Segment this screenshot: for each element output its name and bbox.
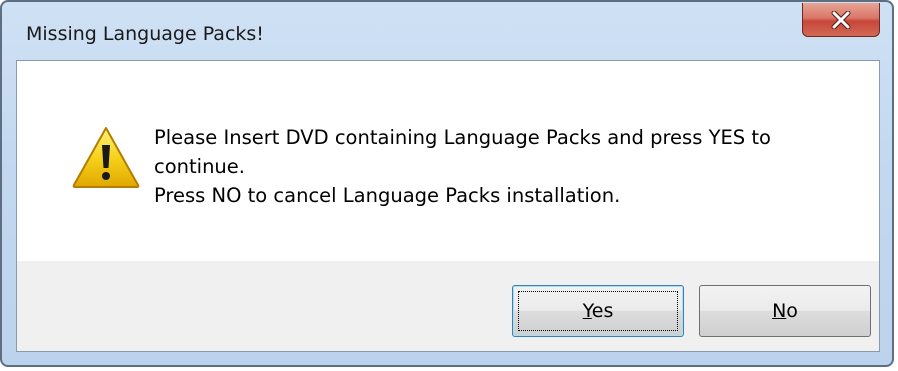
warning-icon bbox=[71, 125, 141, 189]
title-bar[interactable]: Missing Language Packs! bbox=[2, 2, 892, 58]
close-icon bbox=[803, 3, 879, 36]
message-panel: Please Insert DVD containing Language Pa… bbox=[17, 61, 879, 261]
yes-button-label: Yes bbox=[582, 300, 614, 322]
message-line: Please Insert DVD containing Language Pa… bbox=[154, 126, 771, 149]
yes-button[interactable]: Yes bbox=[512, 285, 684, 337]
message-text: Please Insert DVD containing Language Pa… bbox=[154, 123, 844, 210]
no-button-label: No bbox=[772, 300, 798, 322]
dialog-window: Missing Language Packs! Please Insert DV… bbox=[0, 0, 894, 367]
message-line: continue. bbox=[154, 155, 245, 178]
no-button-label-wrap: No bbox=[700, 286, 870, 336]
no-button[interactable]: No bbox=[699, 285, 871, 337]
window-title: Missing Language Packs! bbox=[26, 23, 264, 45]
dialog-client-area: Please Insert DVD containing Language Pa… bbox=[16, 60, 880, 352]
focus-rectangle: Yes bbox=[518, 291, 678, 331]
close-button[interactable] bbox=[802, 3, 880, 37]
message-line: Press NO to cancel Language Packs instal… bbox=[154, 184, 621, 207]
